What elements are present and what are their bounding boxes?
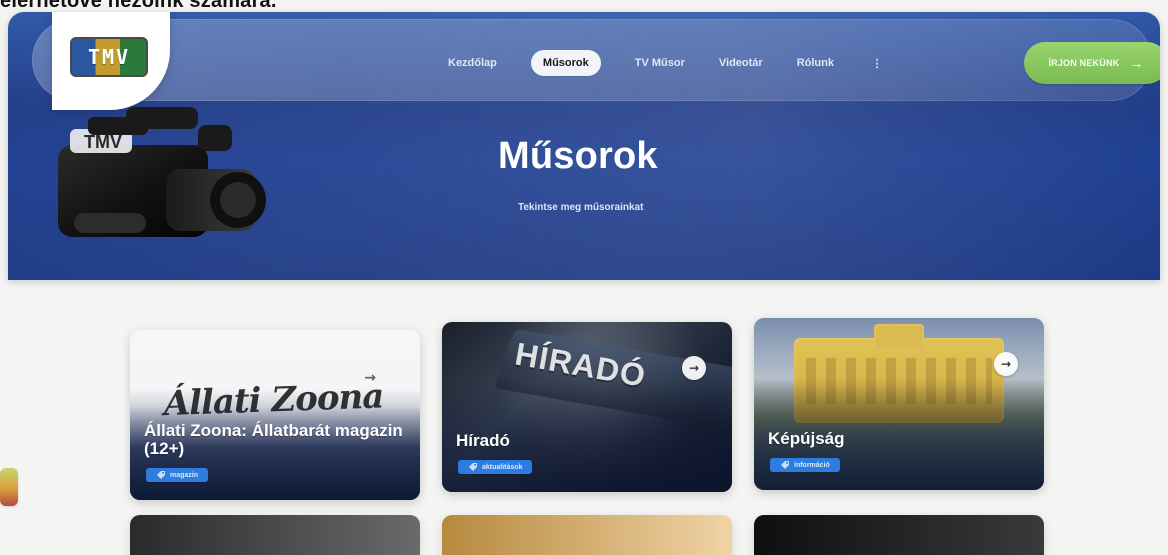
logo-text: TMV: [87, 45, 131, 69]
camera-image: TMV: [58, 107, 266, 237]
nav-more-icon[interactable]: ⋮: [868, 57, 886, 70]
card-title: Képújság: [768, 429, 845, 449]
card-title: Állati Zoona: Állatbarát magazin (12+): [144, 421, 403, 459]
page-subtitle: Tekintse meg műsorainkat: [518, 202, 644, 213]
left-edge-accent: [0, 468, 18, 506]
cta-label: ÍRJON NEKÜNK: [1048, 58, 1120, 68]
top-navbar: TMV Kezdőlap Műsorok TV Műsor Videotár R…: [32, 12, 1160, 110]
card-tag: aktualitások: [458, 460, 533, 474]
nav-tv-musor[interactable]: TV Műsor: [635, 57, 685, 69]
card-title: Híradó: [456, 431, 510, 451]
nav-rolunk[interactable]: Rólunk: [797, 57, 834, 69]
show-card-allati-zoona[interactable]: Állati Zoona → Állati Zoona: Állatbarát …: [130, 330, 420, 500]
logo-mark: TMV: [70, 37, 148, 77]
nav-musorok[interactable]: Műsorok: [530, 50, 601, 76]
arrow-right-icon[interactable]: →: [682, 356, 706, 380]
main-nav: Kezdőlap Műsorok TV Műsor Videotár Rólun…: [448, 48, 886, 78]
next-row-card-1[interactable]: [130, 515, 420, 555]
arrow-right-icon[interactable]: →: [994, 352, 1018, 376]
page-title: Műsorok: [498, 135, 658, 177]
hero-banner: TMV Kezdőlap Műsorok TV Műsor Videotár R…: [8, 12, 1160, 280]
tag-icon: [469, 463, 477, 471]
card-tag-label: információ: [794, 461, 830, 469]
tag-icon: [157, 471, 165, 479]
next-row-card-3[interactable]: [754, 515, 1044, 555]
nav-kezdolap[interactable]: Kezdőlap: [448, 57, 497, 69]
show-card-hirado[interactable]: HÍRADÓ → Híradó aktualitások: [442, 322, 732, 492]
card-tag: információ: [770, 458, 840, 472]
show-card-kepujsag[interactable]: → Képújság információ: [754, 318, 1044, 490]
next-row-card-2[interactable]: [442, 515, 732, 555]
card-tag-label: magazin: [170, 471, 199, 479]
contact-cta-button[interactable]: ÍRJON NEKÜNK →: [1024, 42, 1160, 84]
arrow-right-icon: →: [1129, 54, 1144, 71]
nav-videotar[interactable]: Videotár: [719, 57, 763, 69]
card-tag-label: aktualitások: [482, 463, 523, 471]
site-logo[interactable]: TMV: [52, 12, 170, 110]
card-tag: magazin: [146, 468, 209, 482]
arrow-right-icon: →: [364, 370, 376, 386]
tag-icon: [781, 461, 789, 469]
